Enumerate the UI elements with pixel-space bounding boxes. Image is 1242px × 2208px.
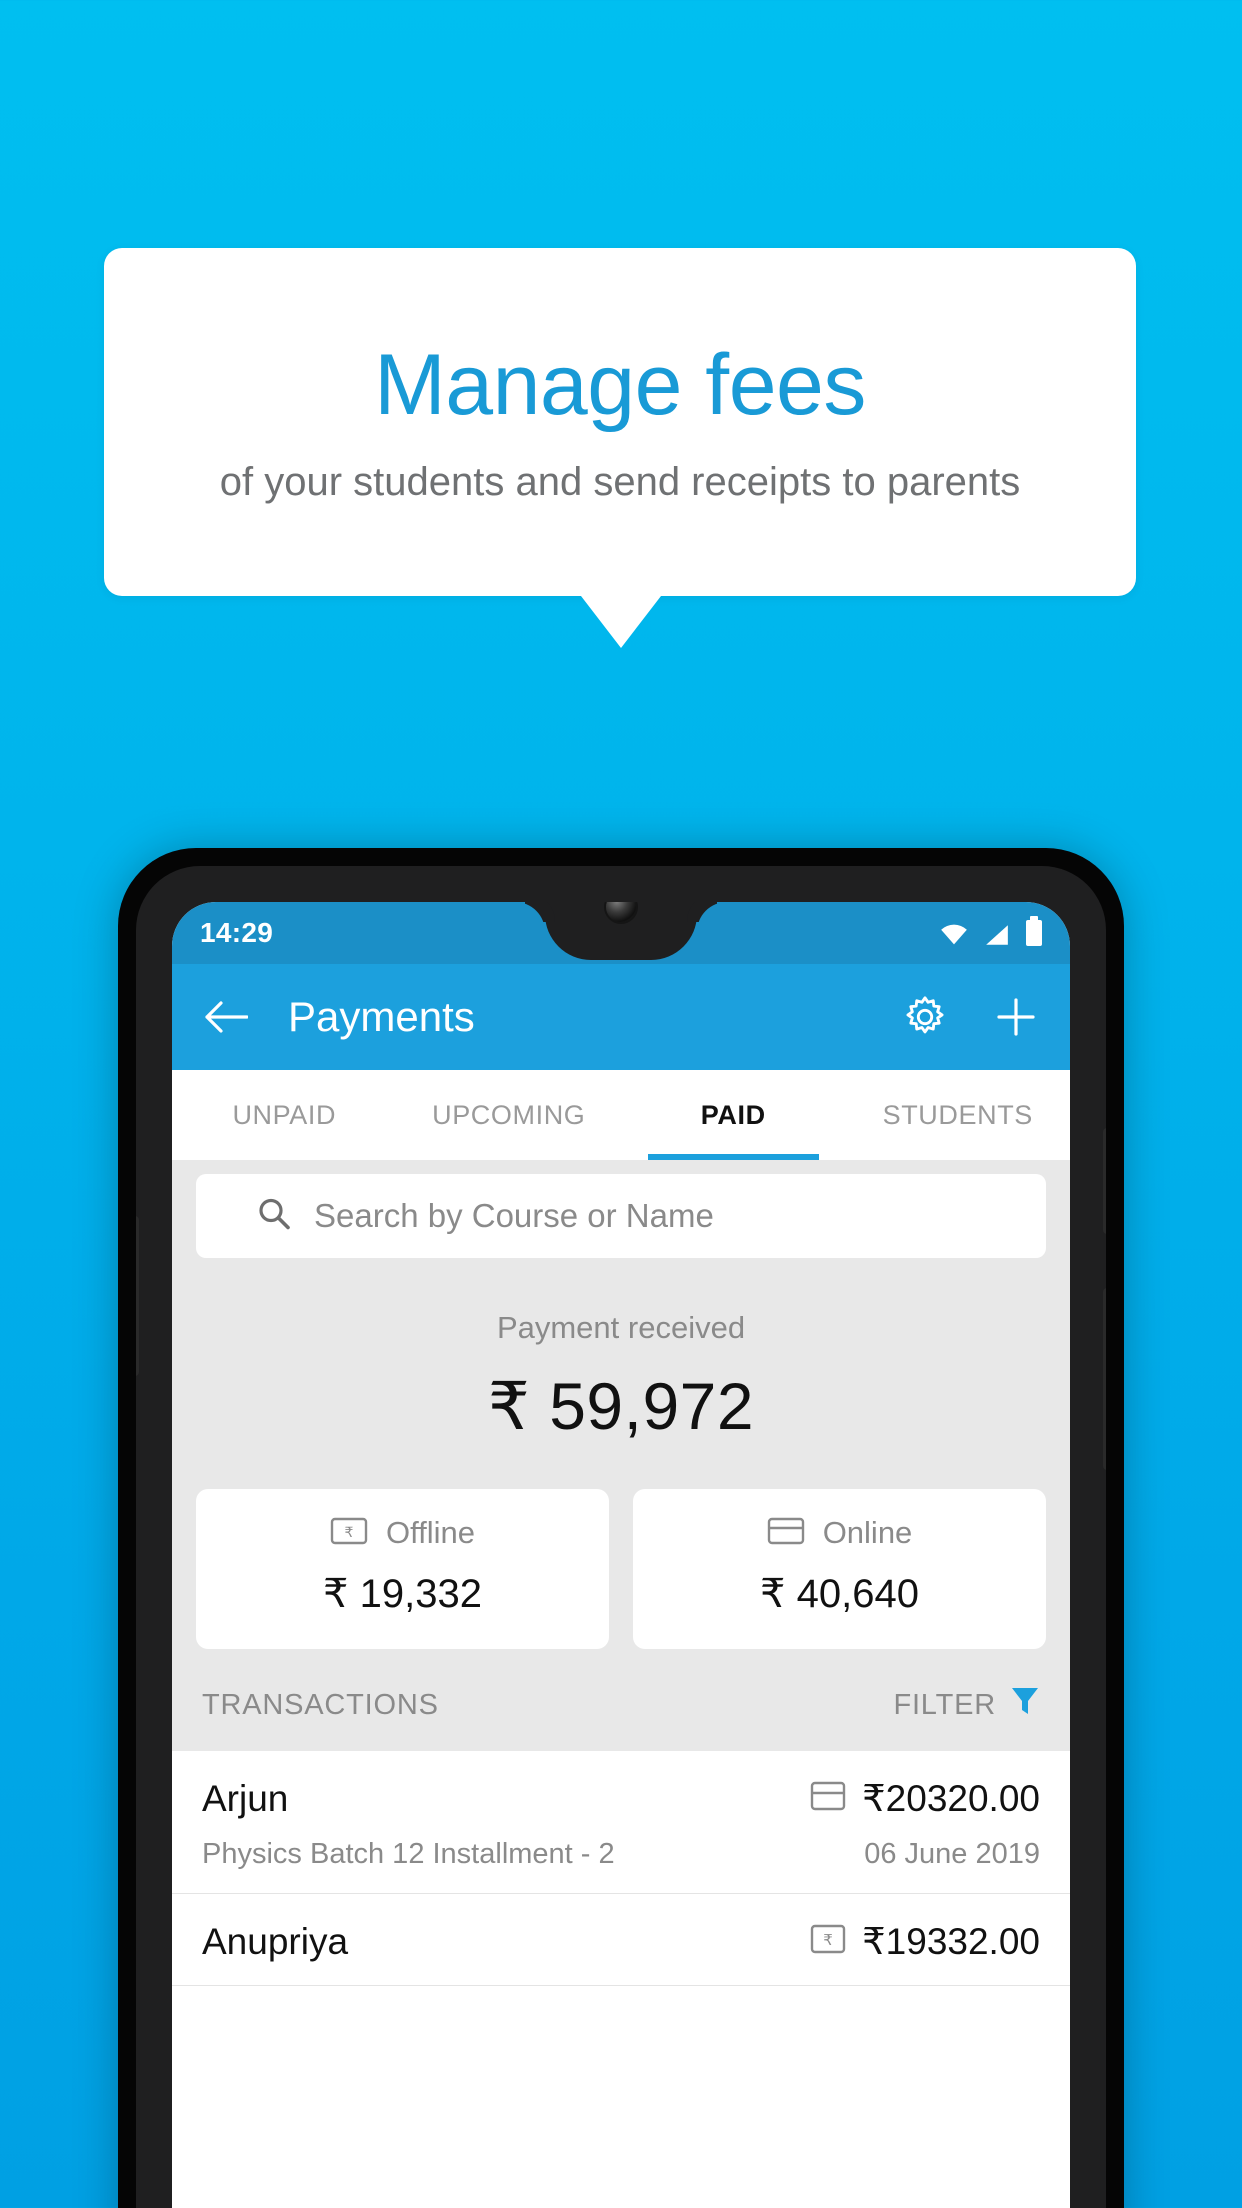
phone-power-button (1103, 1128, 1106, 1234)
promo-bubble: Manage fees of your students and send re… (104, 248, 1136, 596)
transaction-primary: Anupriya ₹ ₹19332.00 (202, 1920, 1040, 1963)
search-input[interactable]: Search by Course or Name (196, 1174, 1046, 1258)
tab-unpaid[interactable]: UNPAID (172, 1070, 397, 1160)
tab-paid[interactable]: PAID (621, 1070, 846, 1160)
online-card[interactable]: Online ₹ 40,640 (633, 1489, 1046, 1649)
transaction-amount-group: ₹20320.00 (810, 1777, 1040, 1820)
tab-students[interactable]: STUDENTS (846, 1070, 1071, 1160)
battery-icon (1026, 916, 1042, 946)
search-placeholder: Search by Course or Name (314, 1197, 714, 1234)
app-bar: Payments (172, 964, 1070, 1070)
status-time: 14:29 (200, 917, 274, 948)
funnel-icon (1010, 1685, 1040, 1725)
status-bar: 14:29 (172, 902, 1070, 964)
svg-text:₹: ₹ (823, 1931, 833, 1949)
offline-card-head: ₹ Offline (196, 1515, 609, 1551)
tab-upcoming[interactable]: UPCOMING (397, 1070, 622, 1160)
transactions-title: TRANSACTIONS (202, 1688, 439, 1721)
search-container: Search by Course or Name (172, 1160, 1070, 1280)
transactions-header: TRANSACTIONS FILTER (172, 1649, 1070, 1751)
back-arrow-icon[interactable] (204, 1000, 248, 1034)
plus-icon[interactable] (994, 995, 1038, 1039)
transaction-amount: ₹20320.00 (862, 1778, 1040, 1819)
transaction-name: Anupriya (202, 1920, 349, 1962)
online-card-head: Online (633, 1515, 1046, 1551)
online-card-label: Online (822, 1515, 913, 1550)
transactions-list: Arjun ₹20320.00 Physics Batch 12 Install… (172, 1751, 1070, 1986)
offline-card[interactable]: ₹ Offline ₹ 19,332 (196, 1489, 609, 1649)
content-area: Search by Course or Name Payment receive… (172, 1160, 1070, 1986)
banknote-rupee-icon: ₹ (810, 1924, 846, 1959)
phone-screen: 14:29 Payments UNPAID UPCOMING PAID STUD… (172, 902, 1070, 2208)
payment-summary: Payment received ₹ 59,972 (172, 1280, 1070, 1463)
payment-summary-label: Payment received (496, 1310, 746, 1345)
transaction-secondary: Physics Batch 12 Installment - 2 06 June… (202, 1838, 1040, 1871)
phone-bezel: 14:29 Payments UNPAID UPCOMING PAID STUD… (136, 866, 1106, 2208)
transaction-date: 06 June 2019 (864, 1838, 1040, 1870)
transaction-name: Arjun (202, 1777, 289, 1819)
table-row[interactable]: Anupriya ₹ ₹19332.00 (172, 1894, 1070, 1986)
phone-volume-button (136, 1216, 139, 1376)
promo-title: Manage fees (374, 337, 866, 433)
method-cards: ₹ Offline ₹ 19,332 Online ₹ 40,640 (172, 1463, 1070, 1649)
offline-card-label: Offline (385, 1515, 476, 1550)
search-icon (256, 1196, 292, 1237)
signal-icon (986, 925, 1008, 945)
transaction-amount: ₹19332.00 (862, 1921, 1040, 1962)
online-card-amount: ₹ 40,640 (760, 1572, 919, 1616)
filter-label: FILTER (893, 1688, 996, 1721)
gear-icon[interactable] (902, 994, 948, 1040)
tab-bar: UNPAID UPCOMING PAID STUDENTS (172, 1070, 1070, 1160)
phone-mockup: 14:29 Payments UNPAID UPCOMING PAID STUD… (118, 848, 1124, 2208)
transaction-description: Physics Batch 12 Installment - 2 (202, 1838, 615, 1870)
offline-card-amount: ₹ 19,332 (323, 1572, 482, 1616)
filter-button[interactable]: FILTER (893, 1685, 1040, 1725)
credit-card-icon (767, 1517, 805, 1550)
promo-subtitle: of your students and send receipts to pa… (219, 460, 1021, 504)
table-row[interactable]: Arjun ₹20320.00 Physics Batch 12 Install… (172, 1751, 1070, 1894)
wifi-icon (941, 924, 967, 945)
status-icons (940, 916, 1042, 946)
promo-bubble-tail (581, 596, 661, 648)
banknote-rupee-icon: ₹ (330, 1517, 368, 1550)
transaction-amount-group: ₹ ₹19332.00 (810, 1920, 1040, 1963)
svg-text:₹: ₹ (345, 1525, 354, 1541)
app-bar-title: Payments (288, 993, 475, 1040)
transaction-primary: Arjun ₹20320.00 (202, 1777, 1040, 1820)
credit-card-icon (810, 1781, 846, 1816)
payment-summary-amount: ₹ 59,972 (487, 1369, 755, 1443)
phone-side-button (1103, 1288, 1106, 1470)
